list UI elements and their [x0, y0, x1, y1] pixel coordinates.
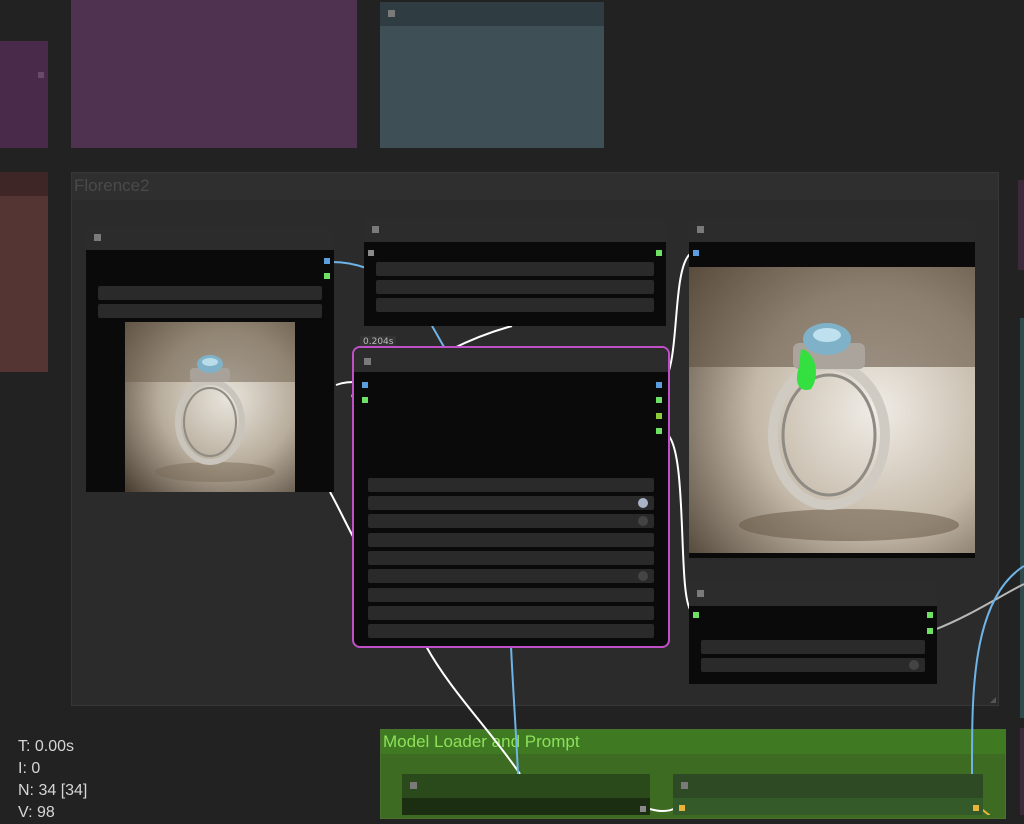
input-slot[interactable] — [693, 612, 699, 618]
widget-2[interactable] — [376, 280, 654, 294]
input-slot-image[interactable] — [362, 382, 368, 388]
brown-node-left[interactable] — [0, 172, 48, 372]
widget-1[interactable] — [376, 262, 654, 276]
node-header[interactable] — [402, 774, 650, 798]
purple-node-left-slot — [38, 72, 44, 78]
node-header[interactable] — [354, 348, 668, 372]
output-slot-1[interactable] — [927, 612, 933, 618]
group-title-florence2: Florence2 — [74, 176, 150, 195]
output-slot-model[interactable] — [973, 805, 979, 811]
output-slot[interactable] — [656, 250, 662, 256]
purple-node-main[interactable] — [71, 0, 357, 148]
input-slot[interactable] — [368, 250, 374, 256]
output-slot-image[interactable] — [324, 258, 330, 264]
right-edge-node-teal — [1020, 318, 1024, 718]
toggle-dot-icon[interactable] — [638, 516, 648, 526]
output-slot-mask[interactable] — [656, 397, 662, 403]
widget-7[interactable] — [368, 588, 654, 602]
group-resize-handle[interactable] — [990, 697, 996, 703]
node-header[interactable] — [364, 218, 666, 242]
collapse-square-icon[interactable] — [697, 590, 704, 597]
collapse-square-icon[interactable] — [697, 226, 704, 233]
output-slot[interactable] — [640, 806, 646, 812]
group-title-model-loader: Model Loader and Prompt — [383, 732, 580, 751]
stat-vertices: V: 98 — [18, 804, 55, 821]
widget-3[interactable] — [368, 514, 654, 528]
purple-node-left[interactable] — [0, 41, 48, 148]
right-edge-node-purple — [1020, 728, 1024, 815]
toggle-dot-icon[interactable] — [638, 498, 648, 508]
widget-1[interactable] — [701, 640, 925, 654]
node-header[interactable] — [689, 218, 975, 242]
node-florence2-run[interactable] — [352, 346, 670, 648]
output-slot-data[interactable] — [656, 428, 662, 434]
input-slot-model[interactable] — [362, 397, 368, 403]
widget-image-select[interactable] — [98, 286, 322, 300]
collapse-square-icon[interactable] — [410, 782, 417, 789]
slate-node[interactable] — [380, 2, 604, 148]
right-edge-node — [1018, 180, 1024, 270]
input-slot-images[interactable] — [693, 250, 699, 256]
output-slot-caption[interactable] — [656, 413, 662, 419]
collapse-square-icon[interactable] — [94, 234, 101, 241]
toggle-dot-icon[interactable] — [638, 571, 648, 581]
widget-5[interactable] — [368, 551, 654, 565]
render-stats: T: 0.00s I: 0 N: 34 [34] V: 98 — [18, 736, 87, 824]
ring-preview-large — [689, 267, 975, 553]
node-preview-image[interactable] — [689, 218, 975, 558]
ring-preview-small — [125, 322, 295, 492]
collapse-square-icon[interactable] — [364, 358, 371, 365]
widget-upload[interactable] — [98, 304, 322, 318]
node-top-middle[interactable] — [364, 218, 666, 326]
toggle-dot-icon[interactable] — [909, 660, 919, 670]
output-slot-2[interactable] — [927, 628, 933, 634]
widget-2[interactable] — [701, 658, 925, 672]
widget-9[interactable] — [368, 624, 654, 638]
collapse-square-icon[interactable] — [681, 782, 688, 789]
stat-nodes: N: 34 [34] — [18, 782, 88, 799]
widget-8[interactable] — [368, 606, 654, 620]
collapse-square-icon[interactable] — [388, 10, 395, 17]
widget-3[interactable] — [376, 298, 654, 312]
stat-time: T: 0.00s — [18, 738, 75, 755]
node-load-image[interactable] — [86, 226, 334, 492]
widget-2[interactable] — [368, 496, 654, 510]
node-header[interactable] — [673, 774, 983, 798]
node-show-text[interactable] — [689, 582, 937, 684]
output-slot-mask[interactable] — [324, 273, 330, 279]
output-slot-image[interactable] — [656, 382, 662, 388]
node-header[interactable] — [689, 582, 937, 606]
node-model-loader-left[interactable] — [402, 774, 650, 815]
collapse-square-icon[interactable] — [372, 226, 379, 233]
node-header[interactable] — [86, 226, 334, 250]
widget-4[interactable] — [368, 533, 654, 547]
node-model-loader-right[interactable] — [673, 774, 983, 815]
input-slot-model[interactable] — [679, 805, 685, 811]
widget-6[interactable] — [368, 569, 654, 583]
stat-iterations: I: 0 — [18, 760, 41, 777]
widget-1[interactable] — [368, 478, 654, 492]
